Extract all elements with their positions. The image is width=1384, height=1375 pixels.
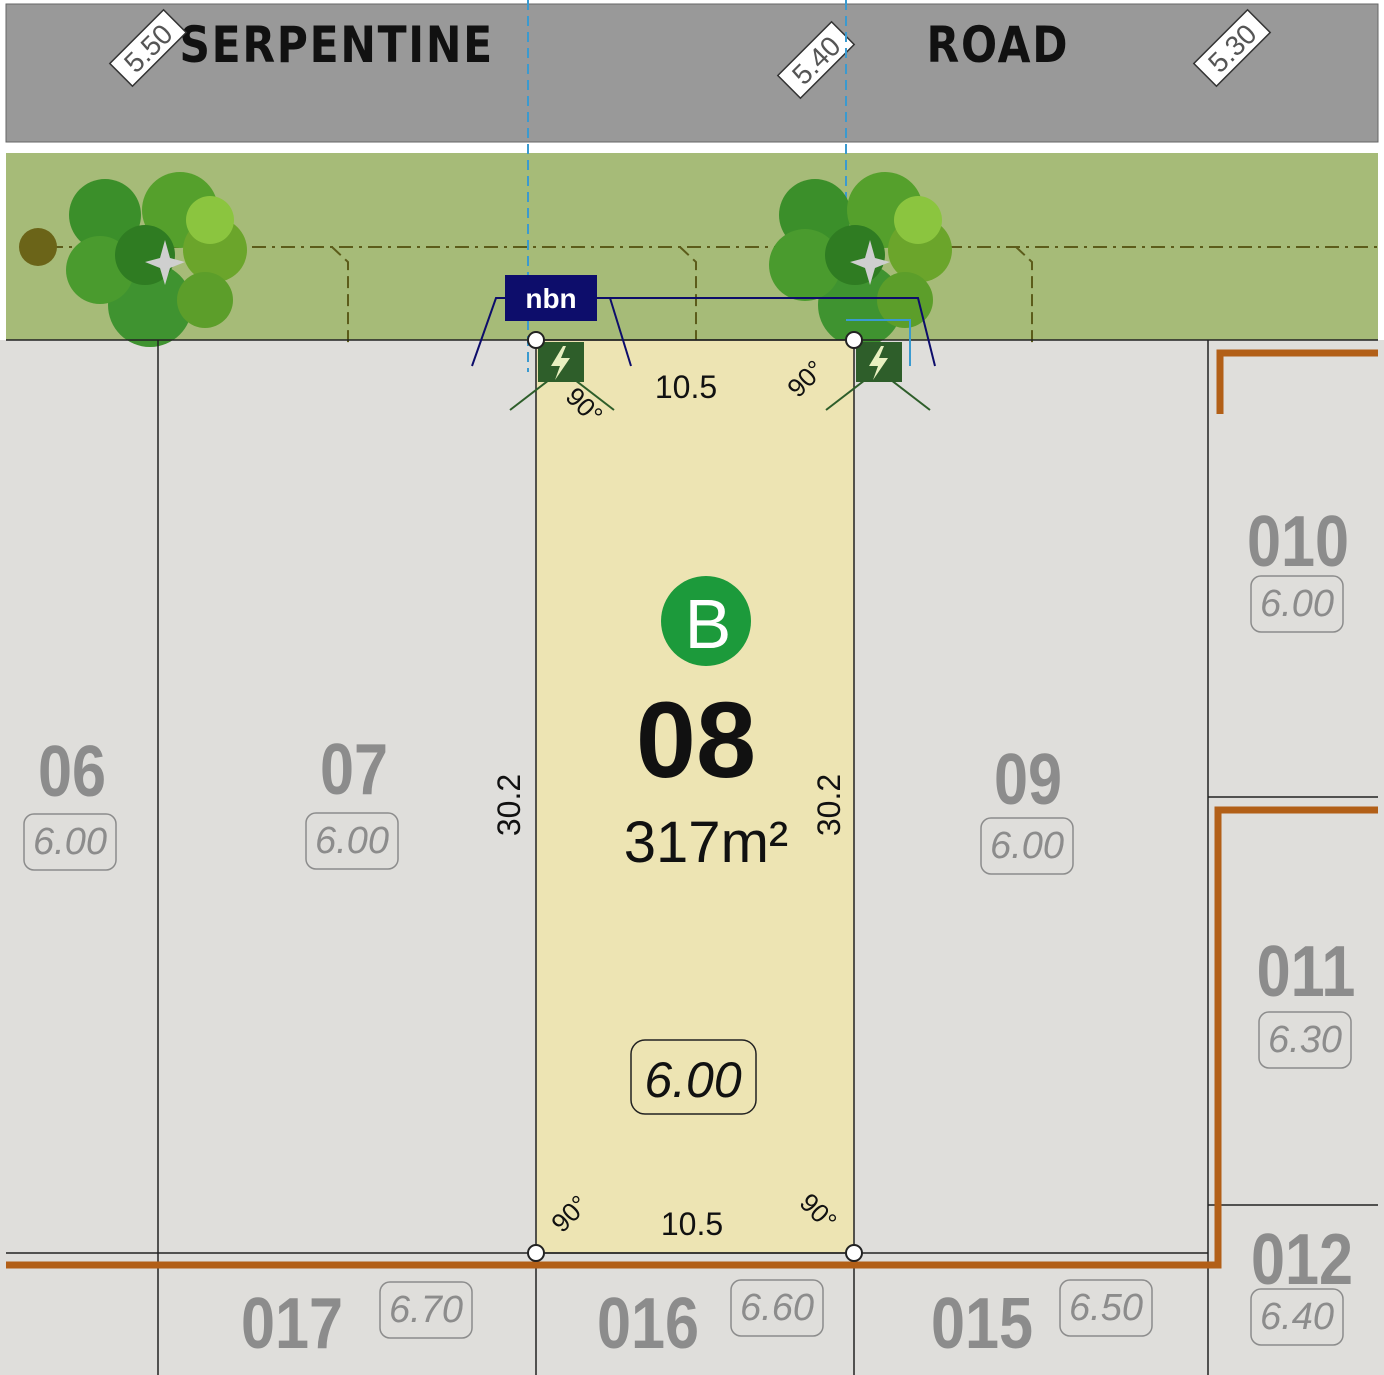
lot-side-left: 30.2 — [491, 774, 527, 836]
lot-08-number: 08 — [636, 679, 756, 800]
lot-frontage: 10.5 — [655, 369, 717, 405]
lot-level-011: 6.30 — [1268, 1019, 1342, 1061]
lot-rear: 10.5 — [661, 1206, 723, 1242]
lot-level-015: 6.50 — [1069, 1287, 1143, 1329]
corner-peg — [527, 331, 545, 349]
lot-number-015: 015 — [931, 1284, 1033, 1364]
lot-number-06: 06 — [38, 732, 106, 812]
corner-peg — [845, 1244, 863, 1262]
road-name-right: ROAD — [927, 16, 1070, 74]
corner-peg — [845, 331, 863, 349]
lot-level-09: 6.00 — [990, 825, 1064, 867]
lot-side-right: 30.2 — [811, 774, 847, 836]
lot-level-016: 6.60 — [740, 1287, 814, 1329]
lot-number-010: 010 — [1247, 502, 1349, 582]
lot-number-09: 09 — [994, 740, 1062, 820]
lot-level-012: 6.40 — [1260, 1296, 1334, 1338]
road-name-left: SERPENTINE — [179, 16, 493, 74]
lot-08-level: 6.00 — [644, 1052, 742, 1108]
lot-badge-letter: B — [685, 585, 732, 663]
nbn-label: nbn — [525, 283, 576, 314]
lot-number-011: 011 — [1257, 932, 1356, 1012]
lot-number-016: 016 — [597, 1284, 699, 1364]
corner-peg — [527, 1244, 545, 1262]
service-node — [19, 228, 57, 266]
lot-level-017: 6.70 — [389, 1289, 463, 1331]
lot-number-017: 017 — [241, 1284, 343, 1364]
lot-number-07: 07 — [320, 730, 388, 810]
lot-number-012: 012 — [1251, 1220, 1353, 1300]
lot-level-010: 6.00 — [1260, 583, 1334, 625]
lot-level-06: 6.00 — [33, 821, 107, 863]
lot-level-07: 6.00 — [315, 820, 389, 862]
lot-08-area: 317m² — [624, 810, 788, 875]
